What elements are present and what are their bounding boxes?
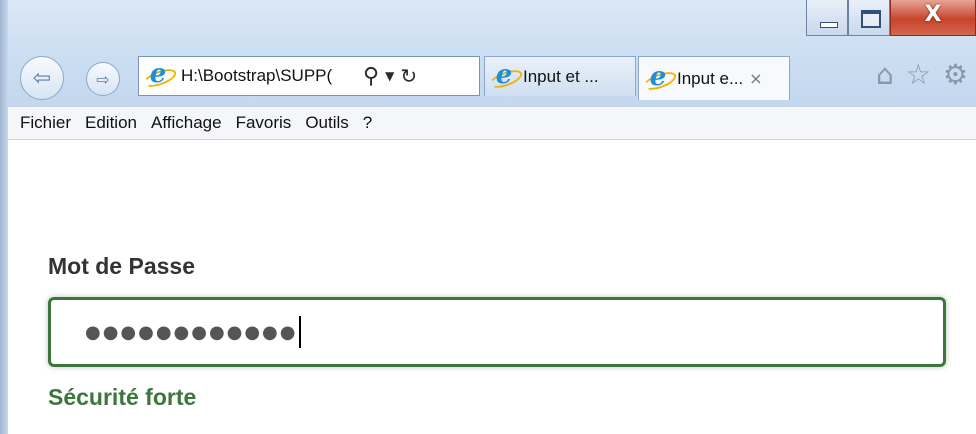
back-button[interactable]: ⇦	[20, 56, 64, 100]
password-label: Mot de Passe	[48, 253, 195, 279]
password-value: ●●●●●●●●●●●●	[85, 321, 298, 343]
menu-item-fichier[interactable]: Fichier	[20, 113, 71, 133]
forward-arrow-icon: ⇨	[96, 69, 110, 89]
dropdown-icon[interactable]: ▼	[385, 69, 394, 83]
password-input[interactable]: ●●●●●●●●●●●●	[48, 297, 946, 367]
menu-bar: Fichier Edition Affichage Favoris Outils…	[0, 106, 976, 140]
toolbar-right-icons: ⌂ ☆ ⚙	[876, 58, 968, 91]
address-bar[interactable]: e H:\Bootstrap\SUPP( ⚲ ▼ ↻	[138, 56, 480, 96]
menu-item-favoris[interactable]: Favoris	[236, 113, 292, 133]
window-left-edge	[0, 0, 8, 434]
ie-tab-icon: e	[641, 62, 679, 93]
star-icon[interactable]: ☆	[906, 58, 931, 91]
gear-icon[interactable]: ⚙	[943, 58, 968, 91]
ie-page-icon: e	[141, 59, 179, 91]
close-window-button[interactable]: X	[890, 0, 976, 36]
tab-label: Input et ...	[523, 66, 599, 86]
minimize-button[interactable]	[806, 0, 848, 36]
window-caption-buttons: X	[806, 0, 976, 40]
menu-item-affichage[interactable]: Affichage	[151, 113, 222, 133]
tab-label: Input e...	[677, 68, 744, 88]
address-text[interactable]: H:\Bootstrap\SUPP(	[181, 66, 359, 86]
browser-chrome: X ⇦ ⇨ e H:\Bootstrap\SUPP( ⚲ ▼ ↻ e Input…	[0, 0, 976, 106]
text-caret	[299, 316, 302, 348]
tab-input-et[interactable]: e Input et ...	[484, 56, 636, 96]
ie-tab-icon: e	[487, 60, 525, 91]
maximize-button[interactable]	[848, 0, 890, 36]
back-arrow-icon: ⇦	[32, 65, 52, 91]
menu-item-outils[interactable]: Outils	[305, 113, 348, 133]
navigation-bar: ⇦ ⇨ e H:\Bootstrap\SUPP( ⚲ ▼ ↻ e Input e…	[0, 52, 976, 100]
menu-item-edition[interactable]: Edition	[85, 113, 137, 133]
refresh-icon[interactable]: ↻	[400, 64, 417, 88]
forward-button[interactable]: ⇨	[86, 62, 120, 96]
home-icon[interactable]: ⌂	[876, 58, 894, 91]
tab-close-icon[interactable]: ×	[749, 69, 762, 88]
menu-item-help[interactable]: ?	[363, 113, 372, 133]
search-icon[interactable]: ⚲	[363, 64, 379, 89]
tab-input-e-active[interactable]: e Input e... ×	[638, 56, 790, 100]
close-icon: X	[924, 2, 942, 27]
page-content: Mot de Passe ●●●●●●●●●●●● Sécurité forte	[8, 141, 976, 434]
password-strength-text: Sécurité forte	[48, 384, 197, 410]
